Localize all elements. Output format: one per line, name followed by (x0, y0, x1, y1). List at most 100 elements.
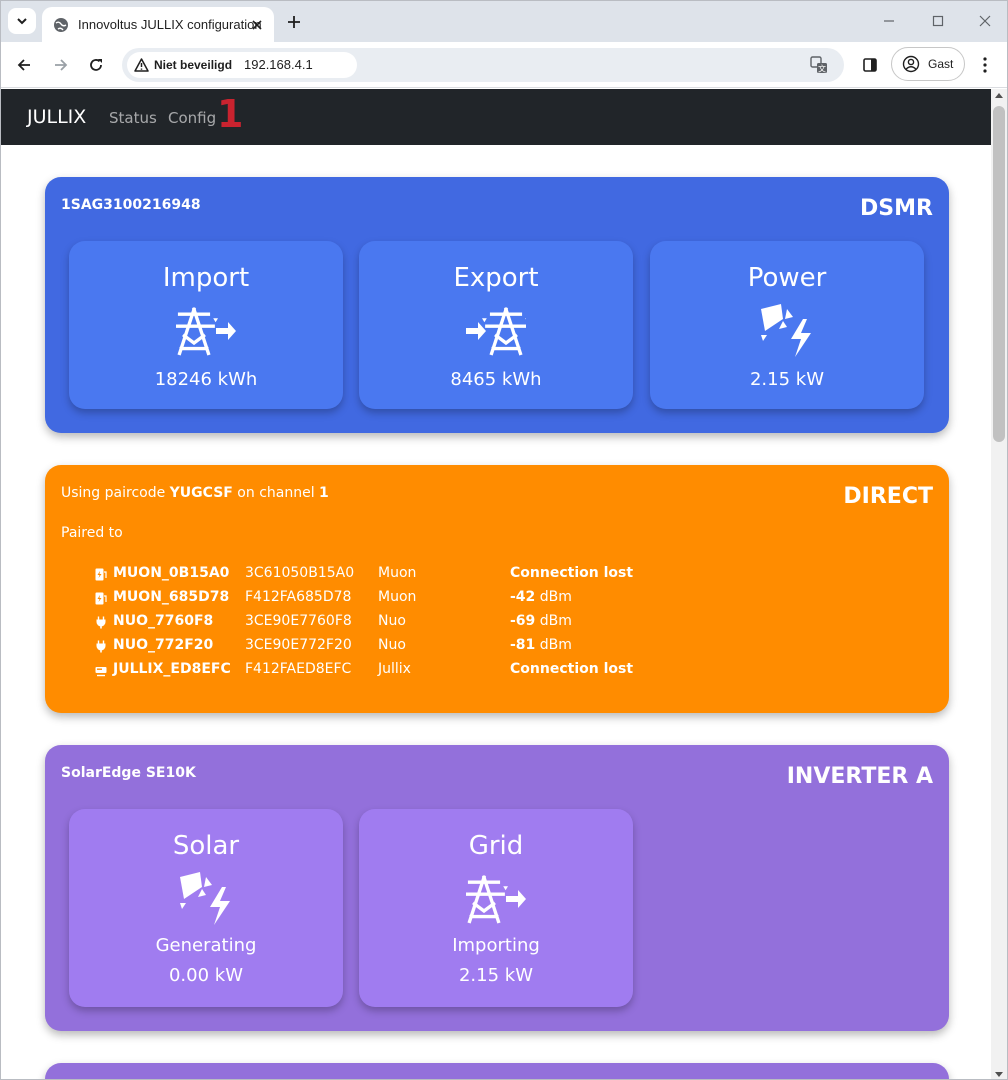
tab-search-button[interactable] (8, 8, 36, 34)
tile-state: Generating (155, 935, 257, 956)
device-status: Connection lost (510, 661, 633, 677)
profile-label: Gast (928, 57, 954, 71)
card-title: DSMR (860, 196, 933, 221)
side-panel-button[interactable] (856, 51, 884, 79)
tile-value: 2.15 kW (458, 965, 534, 986)
tile-state: Importing (452, 935, 540, 956)
device-mac: 3CE90E772F20 (245, 637, 352, 653)
tile-value: 0.00 kW (168, 965, 244, 986)
navbar-brand[interactable]: JULLIX (27, 106, 86, 128)
device-name: NUO_7760F8 (113, 613, 214, 629)
status-value: Connection lost (510, 565, 634, 581)
url-text[interactable]: 192.168.4.1 (244, 57, 313, 72)
close-tab-icon[interactable] (248, 16, 266, 34)
channel-prefix: on channel (232, 485, 320, 501)
more-vertical-icon (983, 57, 987, 73)
page-scrollbar[interactable] (991, 89, 1007, 1079)
channel-value: 1 (319, 485, 329, 501)
device-type: Nuo (378, 613, 406, 629)
jullix-device-icon (95, 664, 107, 677)
scroll-thumb[interactable] (993, 106, 1005, 442)
browser-menu-button[interactable] (971, 51, 999, 79)
paired-to-label: Paired to (61, 525, 123, 541)
status-value: -69 (510, 613, 536, 629)
grid-import-icon (176, 301, 236, 361)
warning-icon (134, 58, 149, 72)
paircode-line: Using paircode YUGCSF on channel 1 (61, 485, 329, 501)
account-icon (902, 55, 920, 73)
browser-toolbar: Niet beveiligd 192.168.4.1 文 Gast (1, 42, 1007, 88)
next-card (45, 1063, 949, 1079)
meter-serial: 1SAG3100216948 (61, 197, 201, 213)
scroll-down-arrow-icon[interactable] (995, 1072, 1003, 1077)
device-mac: 3CE90E7760F8 (245, 613, 352, 629)
paircode-value: YUGCSF (169, 485, 233, 501)
reload-button[interactable] (82, 51, 110, 79)
solar-power-icon (761, 304, 811, 357)
page-viewport: JULLIX Status Config 1 1SAG3100216948 DS… (1, 89, 991, 1079)
dsmr-card: 1SAG3100216948 DSMR Import 18246 kWh Exp… (45, 177, 949, 433)
nav-link-status[interactable]: Status (109, 109, 157, 127)
window-close-button[interactable] (972, 9, 998, 33)
arrow-left-icon (17, 59, 30, 71)
device-mac: 3C61050B15A0 (245, 565, 355, 581)
new-tab-button[interactable] (283, 11, 305, 33)
import-tile[interactable]: Import 18246 kWh (69, 241, 343, 409)
reload-icon (90, 59, 102, 71)
scroll-up-arrow-icon[interactable] (995, 93, 1003, 98)
plug-icon (95, 640, 107, 653)
tile-label: Export (453, 263, 539, 293)
device-name: MUON_0B15A0 (113, 565, 230, 581)
minimize-icon (884, 20, 894, 22)
paircode-prefix: Using paircode (61, 485, 170, 501)
device-name: MUON_685D78 (113, 589, 230, 605)
status-unit: dBm (535, 613, 572, 629)
device-name: JULLIX_ED8EFC (113, 661, 231, 677)
address-bar[interactable]: Niet beveiligd 192.168.4.1 文 (122, 48, 844, 82)
tile-label: Solar (172, 831, 240, 861)
status-value: -81 (510, 637, 536, 653)
solar-tile[interactable]: Solar Generating 0.00 kW (69, 809, 343, 1007)
security-chip[interactable]: Niet beveiligd (127, 52, 357, 78)
grid-import-icon (466, 869, 526, 929)
status-value: -42 (510, 589, 536, 605)
tile-label: Grid (468, 831, 524, 861)
device-type: Muon (378, 589, 417, 605)
inverter-model: SolarEdge SE10K (61, 765, 196, 781)
card-title: INVERTER A (786, 764, 933, 789)
browser-tab[interactable]: Innovoltus JULLIX configuration (42, 7, 274, 42)
inverter-a-card: SolarEdge SE10K INVERTER A Solar Generat… (45, 745, 949, 1031)
forward-button[interactable] (47, 51, 75, 79)
tile-label: Import (162, 263, 250, 293)
security-chip-label: Niet beveiligd (154, 58, 233, 72)
profile-button[interactable]: Gast (891, 47, 965, 81)
card-title: DIRECT (843, 484, 933, 509)
device-type: Jullix (378, 661, 411, 677)
maximize-icon (932, 15, 944, 27)
back-button[interactable] (10, 51, 38, 79)
charger-icon (95, 592, 107, 605)
nav-link-config[interactable]: Config (168, 109, 216, 127)
navbar: JULLIX Status Config 1 (1, 89, 991, 145)
direct-card: Using paircode YUGCSF on channel 1 DIREC… (45, 465, 949, 713)
export-tile[interactable]: Export 8465 kWh (359, 241, 633, 409)
tile-value: 2.15 kW (749, 369, 825, 390)
status-unit: dBm (535, 637, 572, 653)
minimize-button[interactable] (876, 9, 902, 33)
device-status: -42 dBm (510, 589, 572, 605)
charger-icon (95, 568, 107, 581)
device-status: -69 dBm (510, 613, 572, 629)
arrow-right-icon (55, 59, 68, 71)
device-mac: F412FA685D78 (245, 589, 352, 605)
device-mac: F412FAED8EFC (245, 661, 352, 677)
maximize-button[interactable] (925, 9, 951, 33)
chevron-down-icon (17, 18, 27, 25)
status-unit: dBm (535, 589, 572, 605)
translate-icon[interactable]: 文 (808, 54, 830, 76)
plus-icon (288, 16, 300, 28)
tile-value: 18246 kWh (154, 369, 258, 390)
power-tile[interactable]: Power 2.15 kW (650, 241, 924, 409)
svg-text:文: 文 (818, 64, 826, 74)
annotation-badge: 1 (217, 92, 244, 136)
grid-tile[interactable]: Grid Importing 2.15 kW (359, 809, 633, 1007)
